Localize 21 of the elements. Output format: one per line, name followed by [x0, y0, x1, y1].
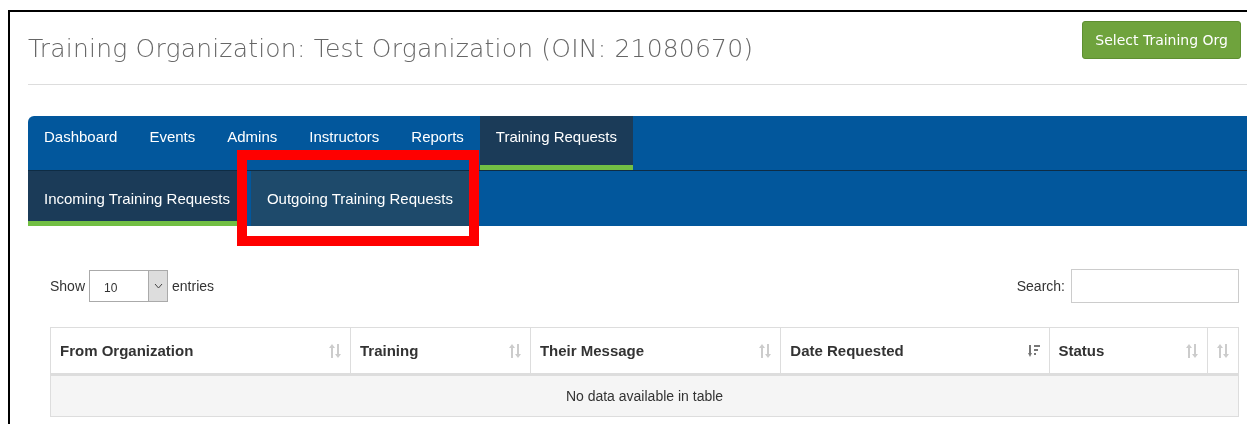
- search-label: Search:: [1016, 278, 1065, 294]
- show-label: Show: [50, 278, 86, 294]
- page-size-select[interactable]: 10: [89, 270, 169, 302]
- nav-tab[interactable]: Training Requests: [479, 116, 633, 170]
- nav-tab[interactable]: Reports: [395, 116, 480, 170]
- nav-tab[interactable]: Events: [133, 116, 212, 170]
- page-title: Training Organization: Test Organization (OIN: 21080670): [28, 33, 754, 63]
- sort-icon: [329, 343, 341, 358]
- chevron-down-icon: [153, 283, 163, 289]
- sort-icon: [1217, 343, 1229, 358]
- sort-icon: [508, 343, 521, 358]
- sort-icon: [759, 343, 772, 358]
- empty-table-message: No data available in table: [50, 374, 1239, 417]
- nav-tab[interactable]: Dashboard: [28, 116, 134, 170]
- sub-nav-tab[interactable]: Outgoing Training Requests: [250, 171, 469, 226]
- sort-descending-icon: [1027, 343, 1040, 358]
- search-field[interactable]: [1071, 269, 1239, 303]
- entries-label: entries: [172, 278, 215, 294]
- sort-icon: [1186, 343, 1198, 358]
- nav-tab[interactable]: Instructors: [293, 116, 396, 170]
- nav-tab[interactable]: Admins: [211, 116, 294, 170]
